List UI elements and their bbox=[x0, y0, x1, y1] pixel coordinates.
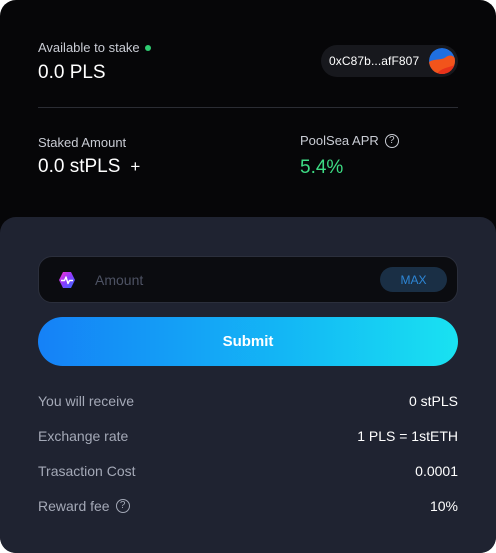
available-balance: 0.0 PLS bbox=[38, 62, 106, 83]
apr-help-icon[interactable]: ? bbox=[384, 133, 399, 148]
amount-input[interactable] bbox=[95, 267, 365, 293]
apr-label-text: PoolSea APR bbox=[300, 133, 379, 148]
staked-amount-label: Staked Amount bbox=[38, 135, 127, 150]
amount-field: MAX bbox=[38, 256, 458, 303]
apr-value: 5.4% bbox=[300, 157, 344, 178]
staked-amount-value: 0.0 stPLS bbox=[38, 156, 121, 177]
reward-fee-row: Reward fee ? 10% bbox=[38, 496, 458, 516]
receive-value: 0 stPLS bbox=[408, 393, 458, 409]
staked-amount-row: 0.0 stPLS + bbox=[38, 156, 140, 178]
transaction-cost-value: 0.0001 bbox=[415, 463, 458, 479]
max-button[interactable]: MAX bbox=[380, 267, 447, 292]
exchange-rate-value: 1 PLS = 1stETH bbox=[357, 428, 458, 444]
online-status-dot bbox=[144, 44, 151, 51]
wallet-address: 0xC87b...afF807 bbox=[329, 54, 420, 68]
reward-fee-label-text: Reward fee bbox=[38, 498, 110, 514]
receive-row: You will receive 0 stPLS bbox=[38, 391, 458, 411]
apr-label: PoolSea APR ? bbox=[300, 133, 399, 148]
wallet-avatar-icon bbox=[429, 48, 455, 74]
stake-form-panel: MAX Submit You will receive 0 stPLS Exch… bbox=[0, 217, 496, 553]
summary-divider bbox=[38, 107, 458, 108]
transaction-cost-label: Trasaction Cost bbox=[38, 463, 136, 479]
submit-button[interactable]: Submit bbox=[38, 317, 458, 366]
transaction-cost-row: Trasaction Cost 0.0001 bbox=[38, 461, 458, 481]
stake-card: Available to stake 0.0 PLS 0xC87b...afF8… bbox=[0, 0, 496, 553]
exchange-rate-label: Exchange rate bbox=[38, 428, 129, 444]
reward-fee-label: Reward fee ? bbox=[38, 498, 130, 514]
reward-fee-help-icon[interactable]: ? bbox=[115, 499, 130, 513]
exchange-rate-row: Exchange rate 1 PLS = 1stETH bbox=[38, 426, 458, 446]
wallet-address-button[interactable]: 0xC87b...afF807 bbox=[321, 45, 458, 77]
reward-fee-value: 10% bbox=[429, 498, 458, 514]
pulsechain-logo-icon bbox=[58, 271, 76, 289]
available-label-text: Available to stake bbox=[38, 40, 140, 55]
receive-label: You will receive bbox=[38, 393, 134, 409]
add-token-plus-icon[interactable]: + bbox=[130, 157, 140, 177]
available-to-stake-label: Available to stake bbox=[38, 40, 151, 55]
